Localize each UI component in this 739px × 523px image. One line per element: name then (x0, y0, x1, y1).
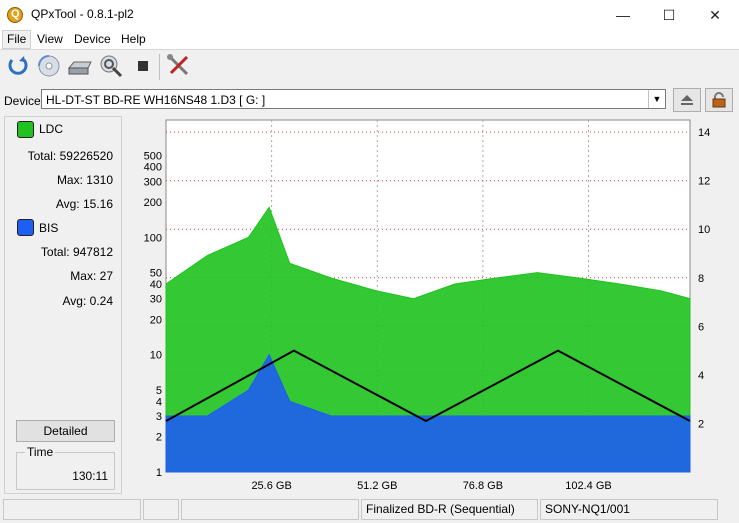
settings-icon[interactable] (165, 52, 193, 80)
app-icon (7, 7, 23, 23)
ldc-bis-chart: 25.6 GB 51.2 GB 76.8 GB 102.4 GB12345102030… (144, 119, 710, 492)
ldc-avg: Avg: 15.16 (55, 197, 113, 211)
time-label: Time (25, 445, 56, 459)
status-cell-1 (3, 499, 141, 520)
y-right-tick-label: 2 (698, 418, 704, 430)
menu-view[interactable]: View (37, 32, 63, 46)
lock-icon (712, 92, 726, 108)
y-right-tick-label: 8 (698, 273, 704, 285)
device-value: HL-DT-ST BD-RE WH16NS48 1.D3 [ G: ] (46, 93, 266, 107)
y-left-tick-label: 100 (144, 232, 162, 244)
chevron-down-icon[interactable]: ▼ (648, 90, 665, 108)
stop-icon[interactable] (129, 52, 157, 80)
status-cell-3 (181, 499, 359, 520)
title-bar: QPxTool - 0.8.1-pl2 — ☐ ✕ (0, 0, 739, 30)
y-left-tick-label: 30 (150, 294, 162, 306)
ldc-label: LDC (39, 122, 64, 136)
ldc-color-swatch (17, 121, 34, 138)
device-select[interactable]: HL-DT-ST BD-RE WH16NS48 1.D3 [ G: ] ▼ (41, 89, 666, 109)
ldc-total: Total: 59226520 (27, 149, 113, 163)
y-left-tick-label: 400 (144, 162, 162, 174)
y-right-tick-label: 6 (698, 321, 704, 333)
ldc-max: Max: 1310 (56, 173, 113, 187)
y-right-tick-label: 4 (698, 370, 704, 382)
menu-help[interactable]: Help (121, 32, 146, 46)
scan-icon[interactable] (97, 52, 125, 80)
bis-max: Max: 27 (70, 269, 113, 283)
disc-status: Finalized BD-R (Sequential) (361, 499, 538, 520)
y-left-tick-label: 40 (150, 279, 162, 291)
y-left-tick-label: 20 (150, 314, 162, 326)
status-cell-2 (143, 499, 179, 520)
eject-icon (681, 95, 693, 105)
y-left-tick-label: 4 (156, 396, 162, 408)
toolbar (0, 50, 739, 84)
y-left-tick-label: 300 (144, 176, 162, 188)
status-bar: Finalized BD-R (Sequential) SONY-NQ1/001 (0, 498, 739, 523)
window-title: QPxTool - 0.8.1-pl2 (31, 7, 134, 21)
menu-device[interactable]: Device (74, 32, 111, 46)
y-left-tick-label: 5 (156, 385, 162, 397)
y-left-tick-label: 10 (150, 350, 162, 362)
x-tick-label: 25.6 GB (251, 480, 291, 492)
close-button[interactable]: ✕ (692, 0, 738, 30)
maximize-button[interactable]: ☐ (646, 0, 692, 30)
disc-icon[interactable] (35, 52, 63, 80)
bis-total: Total: 947812 (40, 245, 113, 259)
y-left-tick-label: 500 (144, 150, 162, 162)
time-box: Time 130:11 (16, 445, 115, 490)
y-right-tick-label: 10 (698, 224, 710, 236)
lock-button[interactable] (705, 88, 733, 112)
y-left-tick-label: 1 (156, 467, 162, 479)
y-left-tick-label: 200 (144, 197, 162, 209)
toolbar-divider (159, 54, 160, 80)
minimize-button[interactable]: — (600, 0, 646, 30)
drive-icon[interactable] (66, 52, 94, 80)
chart-panel: 25.6 GB 51.2 GB 76.8 GB 102.4 GB 1 2 3 4 5 10 20 30… (127, 116, 735, 494)
media-id: SONY-NQ1/001 (540, 499, 718, 520)
device-bar: Device: HL-DT-ST BD-RE WH16NS48 1.D3 [ G… (0, 86, 739, 114)
bis-color-swatch (17, 219, 34, 236)
bis-label: BIS (39, 221, 59, 235)
eject-button[interactable] (673, 88, 701, 112)
x-tick-label: 51.2 GB (357, 480, 397, 492)
menu-file[interactable]: File (2, 30, 32, 49)
y-left-tick-label: 3 (156, 411, 162, 423)
bis-avg: Avg: 0.24 (62, 294, 114, 308)
menu-bar: File View Device Help (0, 30, 739, 50)
y-right-tick-label: 14 (698, 127, 710, 139)
y-right-tick-label: 12 (698, 176, 710, 188)
time-value: 130:11 (72, 469, 108, 483)
device-label: Device: (4, 94, 45, 108)
x-tick-label: 102.4 GB (565, 480, 611, 492)
y-left-tick-label: 50 (150, 268, 162, 280)
detailed-button[interactable]: Detailed (16, 420, 115, 442)
x-tick-label: 76.8 GB (463, 480, 503, 492)
y-left-tick-label: 2 (156, 432, 162, 444)
refresh-icon[interactable] (4, 52, 32, 80)
